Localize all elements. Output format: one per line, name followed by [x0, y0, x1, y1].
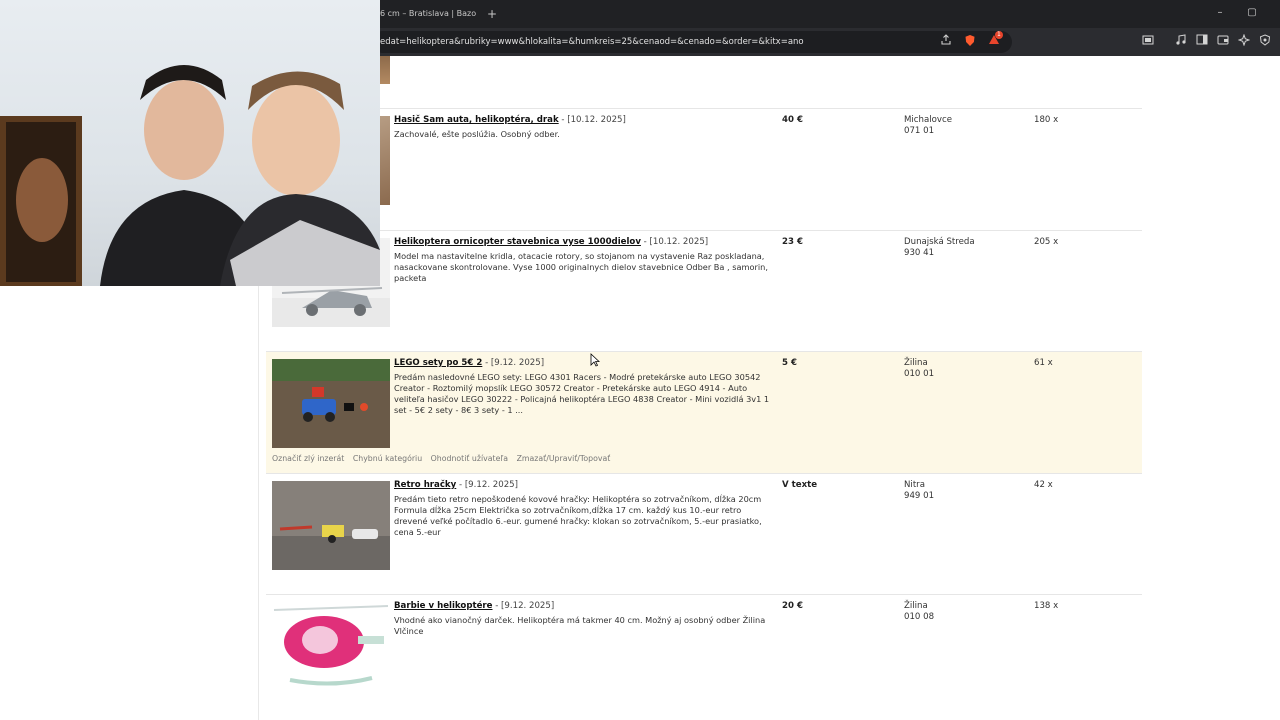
listing-location: Žilina 010 01: [904, 358, 934, 380]
listing-2: Helikoptera ornicopter stavebnica vyse 1…: [266, 230, 1142, 351]
listing-thumbnail[interactable]: [272, 481, 390, 570]
listing-date: - [9.12. 2025]: [495, 601, 555, 611]
restore-button[interactable]: ▢: [1244, 5, 1260, 21]
top-thumb-fragment: [380, 56, 390, 84]
listing-zip: 010 01: [904, 369, 935, 379]
brave-shield-icon[interactable]: [962, 34, 978, 50]
listing-5: Barbie v helikoptére - [9.12. 2025] Vhod…: [266, 594, 1142, 712]
listing-zip: 071 01: [904, 126, 935, 136]
url-text[interactable]: edat=helikoptera&rubriky=www&hlokalita=&…: [380, 31, 940, 53]
listing-views: 205 x: [1034, 237, 1059, 247]
listing-price: 40 €: [782, 115, 803, 125]
listing-title-link[interactable]: Helikoptera ornicopter stavebnica vyse 1…: [394, 237, 641, 247]
listing-description: Predám nasledovné LEGO sety: LEGO 4301 R…: [394, 372, 770, 415]
listing-price: 23 €: [782, 237, 803, 247]
listing-title-link[interactable]: Hasič Sam auta, helikoptéra, drak: [394, 115, 559, 125]
listing-views: 138 x: [1034, 601, 1059, 611]
screenshot-icon[interactable]: [1140, 34, 1156, 50]
listing-title-row: Helikoptera ornicopter stavebnica vyse 1…: [394, 237, 708, 247]
listing-date: - [9.12. 2025]: [459, 480, 519, 490]
listing-location: Nitra 949 01: [904, 480, 934, 502]
webcam-overlay: [0, 0, 380, 286]
listing-date: - [10.12. 2025]: [561, 115, 626, 125]
share-icon[interactable]: [938, 34, 954, 50]
leo-ai-icon[interactable]: [1236, 33, 1252, 50]
listing-city: Michalovce: [904, 115, 952, 125]
listing-thumbnail[interactable]: [272, 602, 390, 691]
listing-price: 5 €: [782, 358, 797, 368]
listing-zip: 930 41: [904, 248, 935, 258]
listing-location: Žilina 010 08: [904, 601, 934, 623]
listing-views: 42 x: [1034, 480, 1053, 490]
vpn-shield-icon[interactable]: [1257, 34, 1273, 50]
minimize-button[interactable]: –: [1212, 5, 1228, 21]
sidebar-icon[interactable]: [1194, 34, 1210, 50]
listing-location: Dunajská Streda 930 41: [904, 237, 975, 259]
listing-description: Model ma nastavitelne kridla, otacacie r…: [394, 251, 768, 283]
wrong-category-link[interactable]: Chybnú kategóriu: [353, 454, 422, 463]
listing-views: 61 x: [1034, 358, 1053, 368]
listing-date: - [10.12. 2025]: [643, 237, 709, 247]
address-bar[interactable]: edat=helikoptera&rubriky=www&hlokalita=&…: [372, 31, 1012, 53]
report-listing-link[interactable]: Označiť zlý inzerát: [272, 454, 344, 463]
listing-city: Žilina: [904, 601, 928, 611]
rewards-badge: 1: [995, 31, 1003, 39]
listing-price: V texte: [782, 480, 818, 490]
browser-tab[interactable]: 6 cm – Bratislava | Bazo: [380, 4, 476, 24]
media-icon[interactable]: [1173, 34, 1189, 50]
listing-title-row: LEGO sety po 5€ 2 - [9.12. 2025]: [394, 358, 544, 368]
listing-title-row: Hasič Sam auta, helikoptéra, drak - [10.…: [394, 115, 626, 125]
listing-date: - [9.12. 2025]: [485, 358, 545, 368]
listing-zip: 010 08: [904, 612, 935, 622]
edit-listing-link[interactable]: Zmazať/Upraviť/Topovať: [517, 454, 611, 463]
listing-views: 180 x: [1034, 115, 1059, 125]
listing-price: 20 €: [782, 601, 803, 611]
listing-title-link[interactable]: LEGO sety po 5€ 2: [394, 358, 482, 368]
listing-1: Hasič Sam auta, helikoptéra, drak - [10.…: [266, 108, 1142, 230]
listing-title-row: Barbie v helikoptére - [9.12. 2025]: [394, 601, 554, 611]
listing-zip: 949 01: [904, 491, 935, 501]
listing-4: Retro hračky - [9.12. 2025] Predám tieto…: [266, 473, 1142, 594]
wallet-icon[interactable]: [1215, 34, 1231, 50]
listing-city: Dunajská Streda: [904, 237, 975, 247]
listing-location: Michalovce 071 01: [904, 115, 952, 137]
listing-description: Vhodné ako vianočný darček. Helikoptéra …: [394, 615, 766, 636]
listing-description: Zachovalé, ešte poslúžia. Osobný odber.: [394, 129, 560, 139]
listing-description: Predám tieto retro nepoškodené kovové hr…: [394, 494, 762, 537]
listing-city: Žilina: [904, 358, 928, 368]
listing-actions: Označiť zlý inzerát Chybnú kategóriu Oho…: [272, 454, 616, 463]
listing-thumbnail[interactable]: [272, 359, 390, 448]
listing-3: LEGO sety po 5€ 2 - [9.12. 2025] Predám …: [266, 351, 1142, 473]
listing-title-link[interactable]: Retro hračky: [394, 480, 456, 490]
mouse-cursor: [590, 352, 601, 367]
rate-user-link[interactable]: Ohodnotiť užívateľa: [431, 454, 508, 463]
listing-title-row: Retro hračky - [9.12. 2025]: [394, 480, 518, 490]
listing-title-link[interactable]: Barbie v helikoptére: [394, 601, 492, 611]
brave-rewards-icon[interactable]: 1: [986, 31, 1003, 50]
new-tab-button[interactable]: +: [484, 4, 500, 24]
listing-city: Nitra: [904, 480, 925, 490]
